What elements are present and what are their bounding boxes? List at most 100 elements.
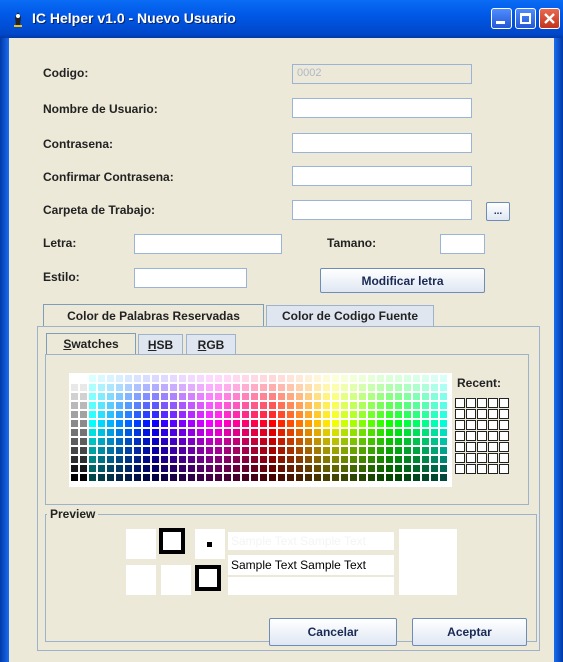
swatch-cell[interactable] — [79, 473, 88, 482]
swatch-cell[interactable] — [124, 446, 133, 455]
swatch-cell[interactable] — [142, 419, 151, 428]
swatch-cell[interactable] — [133, 392, 142, 401]
swatch-cell[interactable] — [376, 401, 385, 410]
swatch-cell[interactable] — [331, 428, 340, 437]
swatch-cell[interactable] — [304, 473, 313, 482]
swatch-cell[interactable] — [259, 419, 268, 428]
swatch-cell[interactable] — [115, 446, 124, 455]
swatch-cell[interactable] — [79, 392, 88, 401]
swatch-cell[interactable] — [322, 464, 331, 473]
swatch-cell[interactable] — [430, 473, 439, 482]
swatch-cell[interactable] — [241, 383, 250, 392]
swatch-cell[interactable] — [241, 401, 250, 410]
swatch-cell[interactable] — [151, 473, 160, 482]
swatch-cell[interactable] — [259, 383, 268, 392]
recent-swatch-cell[interactable] — [488, 398, 498, 408]
swatch-cell[interactable] — [277, 464, 286, 473]
swatch-cell[interactable] — [160, 473, 169, 482]
swatch-cell[interactable] — [421, 428, 430, 437]
swatch-cell[interactable] — [295, 410, 304, 419]
swatch-cell[interactable] — [142, 410, 151, 419]
swatch-cell[interactable] — [286, 455, 295, 464]
swatch-cell[interactable] — [133, 419, 142, 428]
swatch-cell[interactable] — [358, 428, 367, 437]
accept-button[interactable]: Aceptar — [412, 618, 527, 646]
swatch-cell[interactable] — [358, 446, 367, 455]
swatch-cell[interactable] — [79, 428, 88, 437]
swatch-cell[interactable] — [241, 419, 250, 428]
swatch-cell[interactable] — [367, 455, 376, 464]
swatch-cell[interactable] — [88, 473, 97, 482]
swatch-cell[interactable] — [214, 455, 223, 464]
swatch-cell[interactable] — [196, 392, 205, 401]
tab-color-palabras-reservadas[interactable]: Color de Palabras Reservadas — [43, 304, 264, 326]
swatch-cell[interactable] — [223, 446, 232, 455]
swatch-cell[interactable] — [97, 464, 106, 473]
swatch-cell[interactable] — [277, 446, 286, 455]
swatch-cell[interactable] — [295, 437, 304, 446]
swatch-cell[interactable] — [232, 392, 241, 401]
swatch-cell[interactable] — [178, 464, 187, 473]
swatch-cell[interactable] — [196, 401, 205, 410]
swatch-cell[interactable] — [160, 419, 169, 428]
swatch-cell[interactable] — [304, 383, 313, 392]
swatch-cell[interactable] — [196, 446, 205, 455]
swatch-cell[interactable] — [268, 437, 277, 446]
recent-swatch-cell[interactable] — [499, 398, 509, 408]
swatch-cell[interactable] — [295, 455, 304, 464]
swatch-cell[interactable] — [223, 401, 232, 410]
swatch-cell[interactable] — [151, 455, 160, 464]
swatch-cell[interactable] — [367, 446, 376, 455]
swatch-cell[interactable] — [97, 383, 106, 392]
swatch-cell[interactable] — [295, 419, 304, 428]
subtab-swatches[interactable]: Swatches — [46, 333, 136, 354]
swatch-cell[interactable] — [439, 374, 448, 383]
swatch-cell[interactable] — [178, 455, 187, 464]
swatch-cell[interactable] — [115, 410, 124, 419]
swatch-cell[interactable] — [439, 446, 448, 455]
swatch-cell[interactable] — [97, 392, 106, 401]
swatch-cell[interactable] — [124, 374, 133, 383]
swatch-cell[interactable] — [124, 392, 133, 401]
swatch-cell[interactable] — [142, 401, 151, 410]
swatch-cell[interactable] — [412, 455, 421, 464]
swatch-cell[interactable] — [70, 383, 79, 392]
swatch-cell[interactable] — [223, 428, 232, 437]
swatch-cell[interactable] — [322, 374, 331, 383]
swatch-cell[interactable] — [88, 410, 97, 419]
swatch-cell[interactable] — [439, 428, 448, 437]
swatch-cell[interactable] — [421, 401, 430, 410]
swatch-cell[interactable] — [340, 392, 349, 401]
swatch-cell[interactable] — [421, 455, 430, 464]
swatch-cell[interactable] — [394, 437, 403, 446]
modificar-letra-button[interactable]: Modificar letra — [320, 268, 485, 293]
swatch-cell[interactable] — [88, 464, 97, 473]
recent-swatch-cell[interactable] — [466, 431, 476, 441]
swatch-cell[interactable] — [133, 410, 142, 419]
swatch-cell[interactable] — [133, 428, 142, 437]
swatch-cell[interactable] — [151, 419, 160, 428]
swatch-cell[interactable] — [286, 473, 295, 482]
swatch-cell[interactable] — [322, 383, 331, 392]
tab-color-codigo-fuente[interactable]: Color de Codigo Fuente — [266, 305, 434, 326]
swatch-cell[interactable] — [232, 419, 241, 428]
swatch-cell[interactable] — [187, 446, 196, 455]
swatch-cell[interactable] — [277, 410, 286, 419]
recent-swatch-cell[interactable] — [455, 420, 465, 430]
swatch-cell[interactable] — [376, 437, 385, 446]
swatch-cell[interactable] — [241, 374, 250, 383]
swatch-cell[interactable] — [349, 473, 358, 482]
swatch-cell[interactable] — [394, 419, 403, 428]
swatch-cell[interactable] — [403, 383, 412, 392]
swatch-cell[interactable] — [97, 419, 106, 428]
swatch-cell[interactable] — [313, 437, 322, 446]
swatch-cell[interactable] — [169, 473, 178, 482]
swatch-cell[interactable] — [268, 446, 277, 455]
swatch-cell[interactable] — [430, 437, 439, 446]
recent-swatch-cell[interactable] — [477, 442, 487, 452]
swatch-cell[interactable] — [133, 464, 142, 473]
swatch-cell[interactable] — [115, 473, 124, 482]
swatch-cell[interactable] — [169, 374, 178, 383]
swatch-cell[interactable] — [250, 455, 259, 464]
swatch-cell[interactable] — [349, 455, 358, 464]
